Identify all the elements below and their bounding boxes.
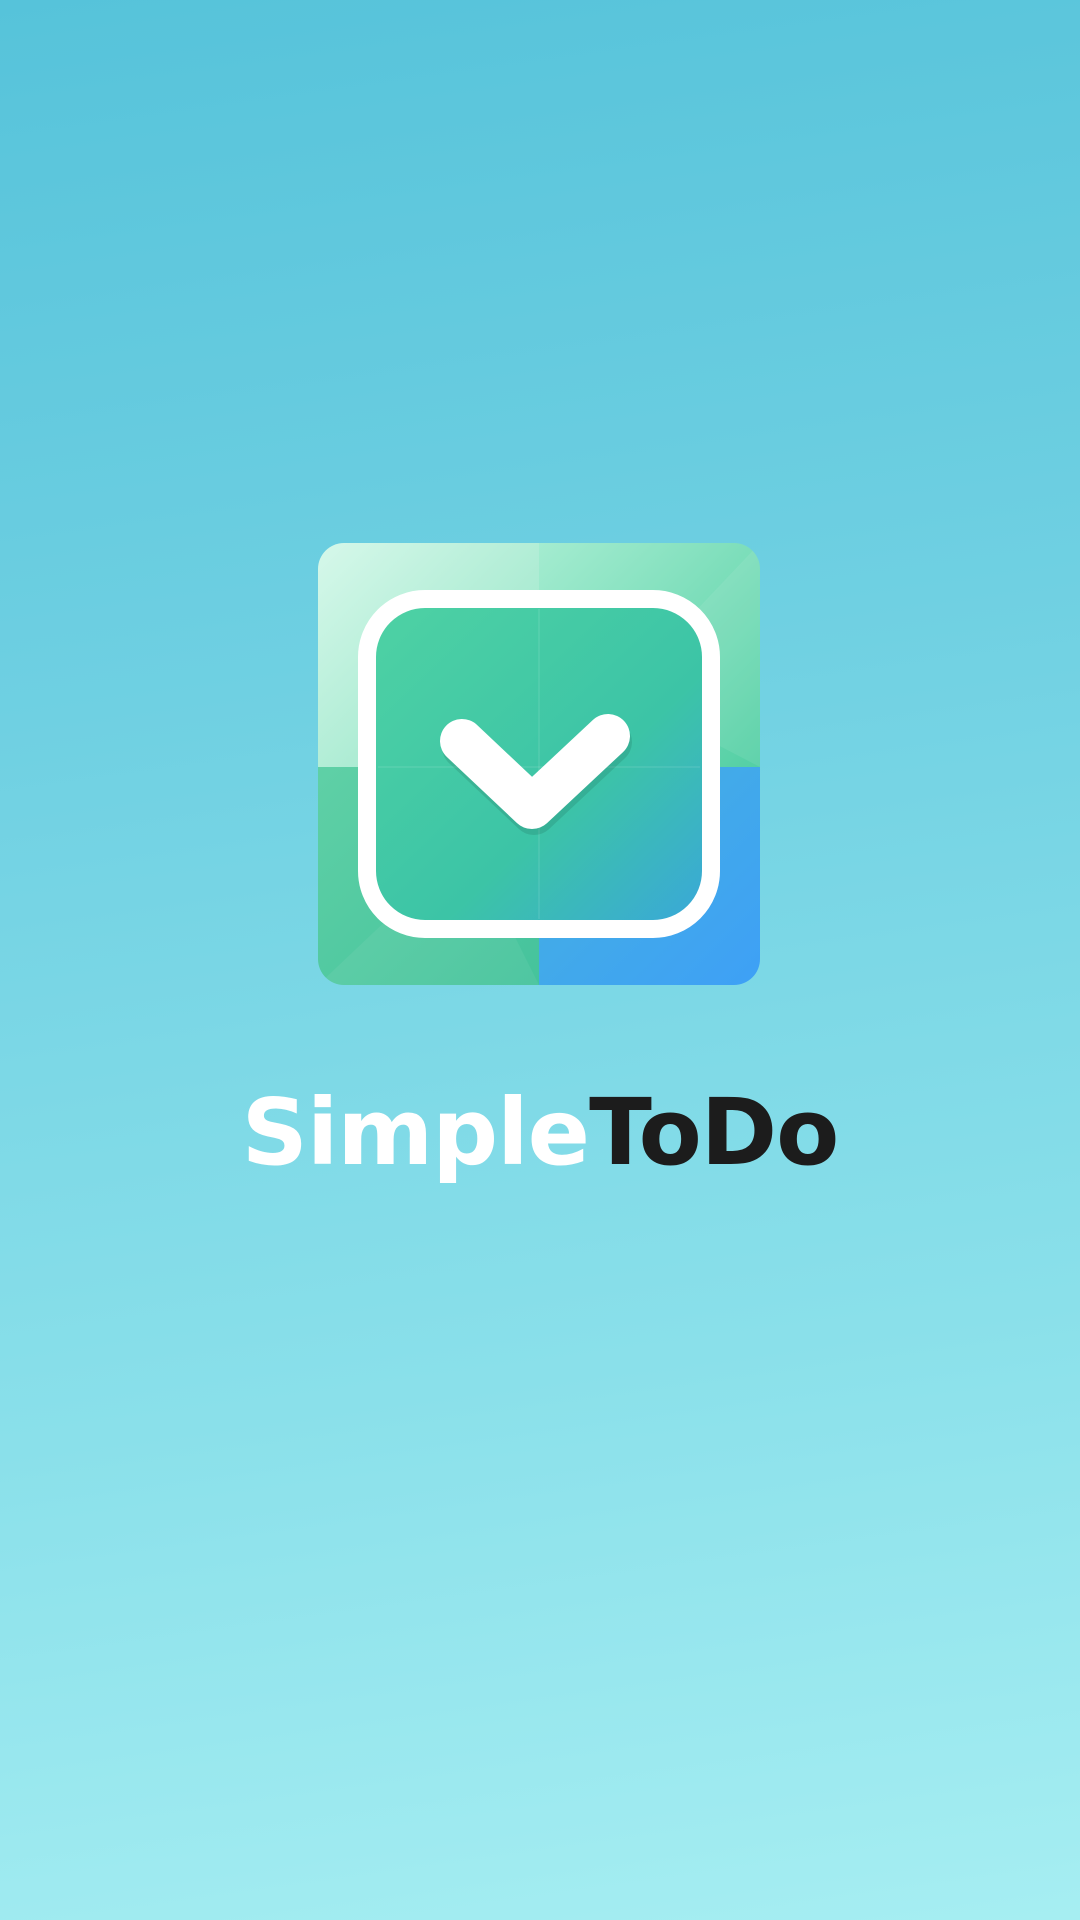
app-name: SimpleToDo xyxy=(0,1080,1080,1186)
app-name-simple: Simple xyxy=(241,1079,590,1186)
splash-screen: SimpleToDo xyxy=(0,0,1080,1920)
app-name-todo: ToDo xyxy=(589,1079,839,1186)
app-logo xyxy=(318,543,760,985)
checkbox-check-icon xyxy=(318,543,760,985)
